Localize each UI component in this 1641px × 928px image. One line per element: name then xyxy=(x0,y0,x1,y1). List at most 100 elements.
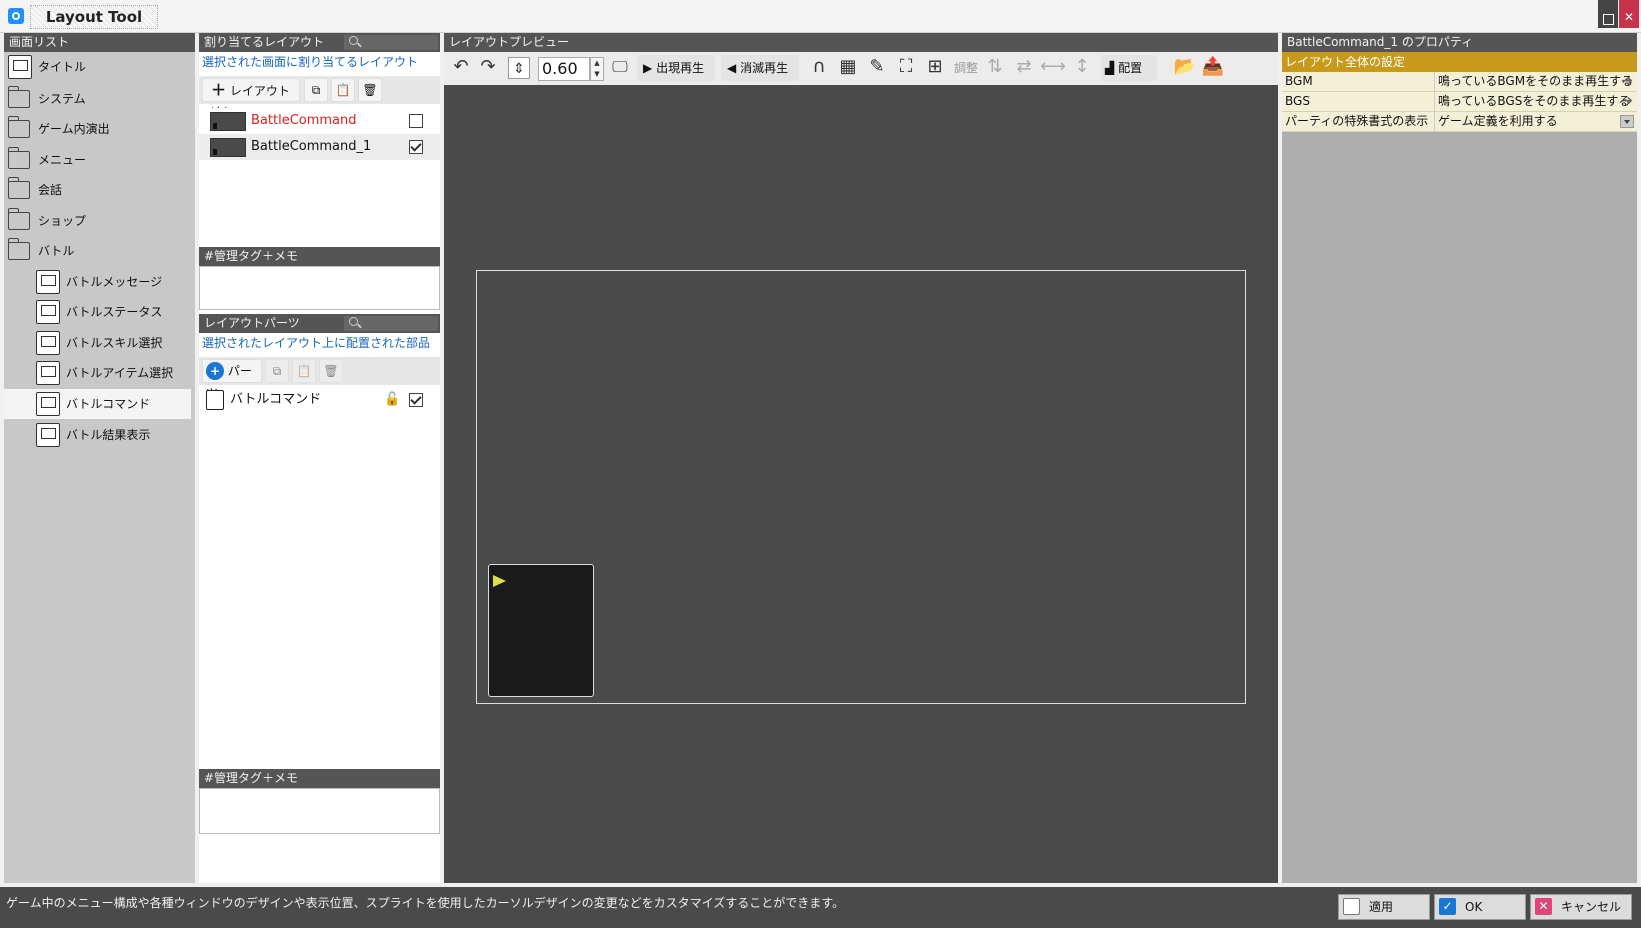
screen-list-item[interactable]: ショップ xyxy=(4,206,191,236)
screen-list-item-label: タイトル xyxy=(38,60,87,74)
screen-list-item[interactable]: タイトル xyxy=(4,52,191,82)
copy-part-button[interactable]: ⧉ xyxy=(265,359,289,383)
battle-skill-icon xyxy=(36,331,60,355)
layout-list-item[interactable]: BattleCommand_1 xyxy=(199,134,440,160)
layout-name: BattleCommand xyxy=(251,113,357,128)
arrow-right-icon[interactable]: ➔ xyxy=(1621,72,1633,91)
screen-list-item[interactable]: バトルスキル選択 xyxy=(4,328,191,358)
property-divider xyxy=(1434,112,1435,132)
layouts-header-label: 割り当てるレイアウト xyxy=(204,35,325,49)
layout-icon[interactable]: ⊞ xyxy=(922,56,948,78)
layouts-description: 選択された画面に割り当てるレイアウト xyxy=(202,55,419,69)
screen-list-item[interactable]: バトルステータス xyxy=(4,297,191,327)
app-title: Layout Tool xyxy=(30,5,158,29)
check-icon: ✓ xyxy=(1439,898,1456,915)
eyedropper-icon[interactable]: ✎ xyxy=(864,56,890,78)
screen-list-item-label: バトルスキル選択 xyxy=(66,336,163,350)
parts-list: バトルコマンド 🔓 xyxy=(199,387,440,769)
swap-horizontal-icon[interactable]: ⇄ xyxy=(1011,56,1037,78)
trash-icon: 🗑 xyxy=(362,83,378,97)
parts-search-box[interactable] xyxy=(344,316,438,331)
paste-layout-button[interactable]: 📋 xyxy=(331,78,355,102)
layouts-panel: 割り当てるレイアウト 選択された画面に割り当てるレイアウト ＋ レイアウト追加 … xyxy=(199,33,440,883)
stretch-horizontal-icon[interactable]: ⟷ xyxy=(1040,56,1066,78)
folder-icon xyxy=(8,208,30,230)
play-vanish-button[interactable]: ◀ 消滅再生 xyxy=(721,55,799,81)
property-row[interactable]: BGS 鳴っているBGSをそのまま再生する ➔ xyxy=(1282,92,1637,112)
bar-chart-icon: ▟ xyxy=(1105,61,1115,75)
folder-icon xyxy=(8,238,30,260)
parts-toolbar: + パーツ ⧉ 📋 🗑 xyxy=(199,357,440,400)
screen-list-item[interactable]: バトルアイテム選択 xyxy=(4,358,191,388)
battle-message-icon xyxy=(36,270,60,294)
figure-icon[interactable]: ⛶ xyxy=(893,56,919,78)
paste-part-button[interactable]: 📋 xyxy=(292,359,316,383)
add-layout-button[interactable]: ＋ レイアウト追加 xyxy=(202,78,300,120)
property-value[interactable]: 鳴っているBGMをそのまま再生する xyxy=(1438,72,1633,91)
search-icon xyxy=(349,317,358,326)
screen-list-item[interactable]: バトルメッセージ xyxy=(4,267,191,297)
screen-list-item-label: バトル結果表示 xyxy=(66,428,151,442)
layouts-search-box[interactable] xyxy=(344,35,438,50)
arrow-right-icon[interactable]: ➔ xyxy=(1621,92,1633,111)
display-icon[interactable]: 🖵 xyxy=(607,56,633,78)
screen-list-item[interactable]: システム xyxy=(4,84,191,114)
arrange-button[interactable]: ▟ 配置 xyxy=(1101,55,1157,81)
maximize-button[interactable] xyxy=(1598,0,1618,28)
zoom-stepper[interactable]: ▲ ▼ xyxy=(590,57,604,81)
status-text: ゲーム中のメニュー構成や各種ウィンドウのデザインや表示位置、スプライトを使用した… xyxy=(6,896,845,910)
add-part-button[interactable]: + パーツ xyxy=(202,359,262,400)
folder-icon xyxy=(8,116,30,138)
export-icon[interactable]: 📤 xyxy=(1200,56,1226,78)
delete-part-button[interactable]: 🗑 xyxy=(319,359,343,383)
screen-list-item[interactable]: メニュー xyxy=(4,145,191,175)
layouts-memo-field[interactable] xyxy=(199,266,440,310)
layout-enabled-checkbox[interactable] xyxy=(409,140,423,154)
layout-list-item[interactable]: BattleCommand xyxy=(199,108,440,134)
import-icon[interactable]: 📂 xyxy=(1172,56,1198,78)
delete-layout-button[interactable]: 🗑 xyxy=(358,78,382,102)
fit-height-icon[interactable]: ⇕ xyxy=(508,57,530,79)
screen-list-item-label: ゲーム内演出 xyxy=(38,122,110,136)
cancel-button[interactable]: ✕ キャンセル xyxy=(1530,894,1632,920)
screen-list-item[interactable]: 会話 xyxy=(4,175,191,205)
magnet-icon[interactable]: ∩ xyxy=(806,56,832,78)
command-part-icon xyxy=(206,390,224,410)
title-bar: Layout Tool ✕ xyxy=(0,0,1641,33)
undo-icon[interactable]: ↶ xyxy=(448,56,474,78)
properties-header: BattleCommand_1 のプロパティ xyxy=(1282,33,1637,52)
property-row[interactable]: パーティの特殊書式の表示 ゲーム定義を利用する xyxy=(1282,112,1637,132)
unlock-icon[interactable]: 🔓 xyxy=(384,387,400,413)
swap-vertical-icon[interactable]: ⇅ xyxy=(982,56,1008,78)
ok-button[interactable]: ✓ OK xyxy=(1434,894,1526,920)
paste-icon: 📋 xyxy=(335,83,351,97)
copy-layout-button[interactable]: ⧉ xyxy=(304,78,328,102)
play-appear-button[interactable]: ▶ 出現再生 xyxy=(637,55,715,81)
screen-list-item[interactable]: ゲーム内演出 xyxy=(4,114,191,144)
close-button[interactable]: ✕ xyxy=(1619,0,1639,28)
folder-icon xyxy=(8,86,30,108)
chevron-down-icon[interactable] xyxy=(1620,115,1634,128)
property-value[interactable]: 鳴っているBGSをそのまま再生する xyxy=(1438,92,1630,111)
part-visible-checkbox[interactable] xyxy=(409,393,423,407)
battle-command-window[interactable] xyxy=(488,564,594,697)
part-list-item[interactable]: バトルコマンド 🔓 xyxy=(199,387,440,413)
stretch-vertical-icon[interactable]: ↕ xyxy=(1069,56,1095,78)
property-row[interactable]: BGM 鳴っているBGMをそのまま再生する ➔ xyxy=(1282,72,1637,92)
property-divider xyxy=(1434,92,1435,112)
grid-icon[interactable]: ▦ xyxy=(835,56,861,78)
screen-list-item[interactable]: バトル結果表示 xyxy=(4,420,191,450)
screen-list-item[interactable]: バトル xyxy=(4,236,191,266)
layout-enabled-checkbox[interactable] xyxy=(409,114,423,128)
screen-list-item[interactable]: バトルコマンド xyxy=(4,389,191,419)
layout-thumbnail xyxy=(210,138,246,157)
property-value[interactable]: ゲーム定義を利用する xyxy=(1438,112,1558,131)
zoom-input[interactable]: 0.60 xyxy=(538,57,590,81)
screen-list-item-label: バトル xyxy=(38,244,75,258)
apply-label: 適用 xyxy=(1369,900,1394,914)
apply-button[interactable]: 適用 xyxy=(1338,894,1430,920)
screen-list-header: 画面リスト xyxy=(4,33,195,52)
layout-list: BattleCommand BattleCommand_1 xyxy=(199,108,440,247)
parts-memo-field[interactable] xyxy=(199,788,440,834)
redo-icon[interactable]: ↷ xyxy=(475,56,501,78)
